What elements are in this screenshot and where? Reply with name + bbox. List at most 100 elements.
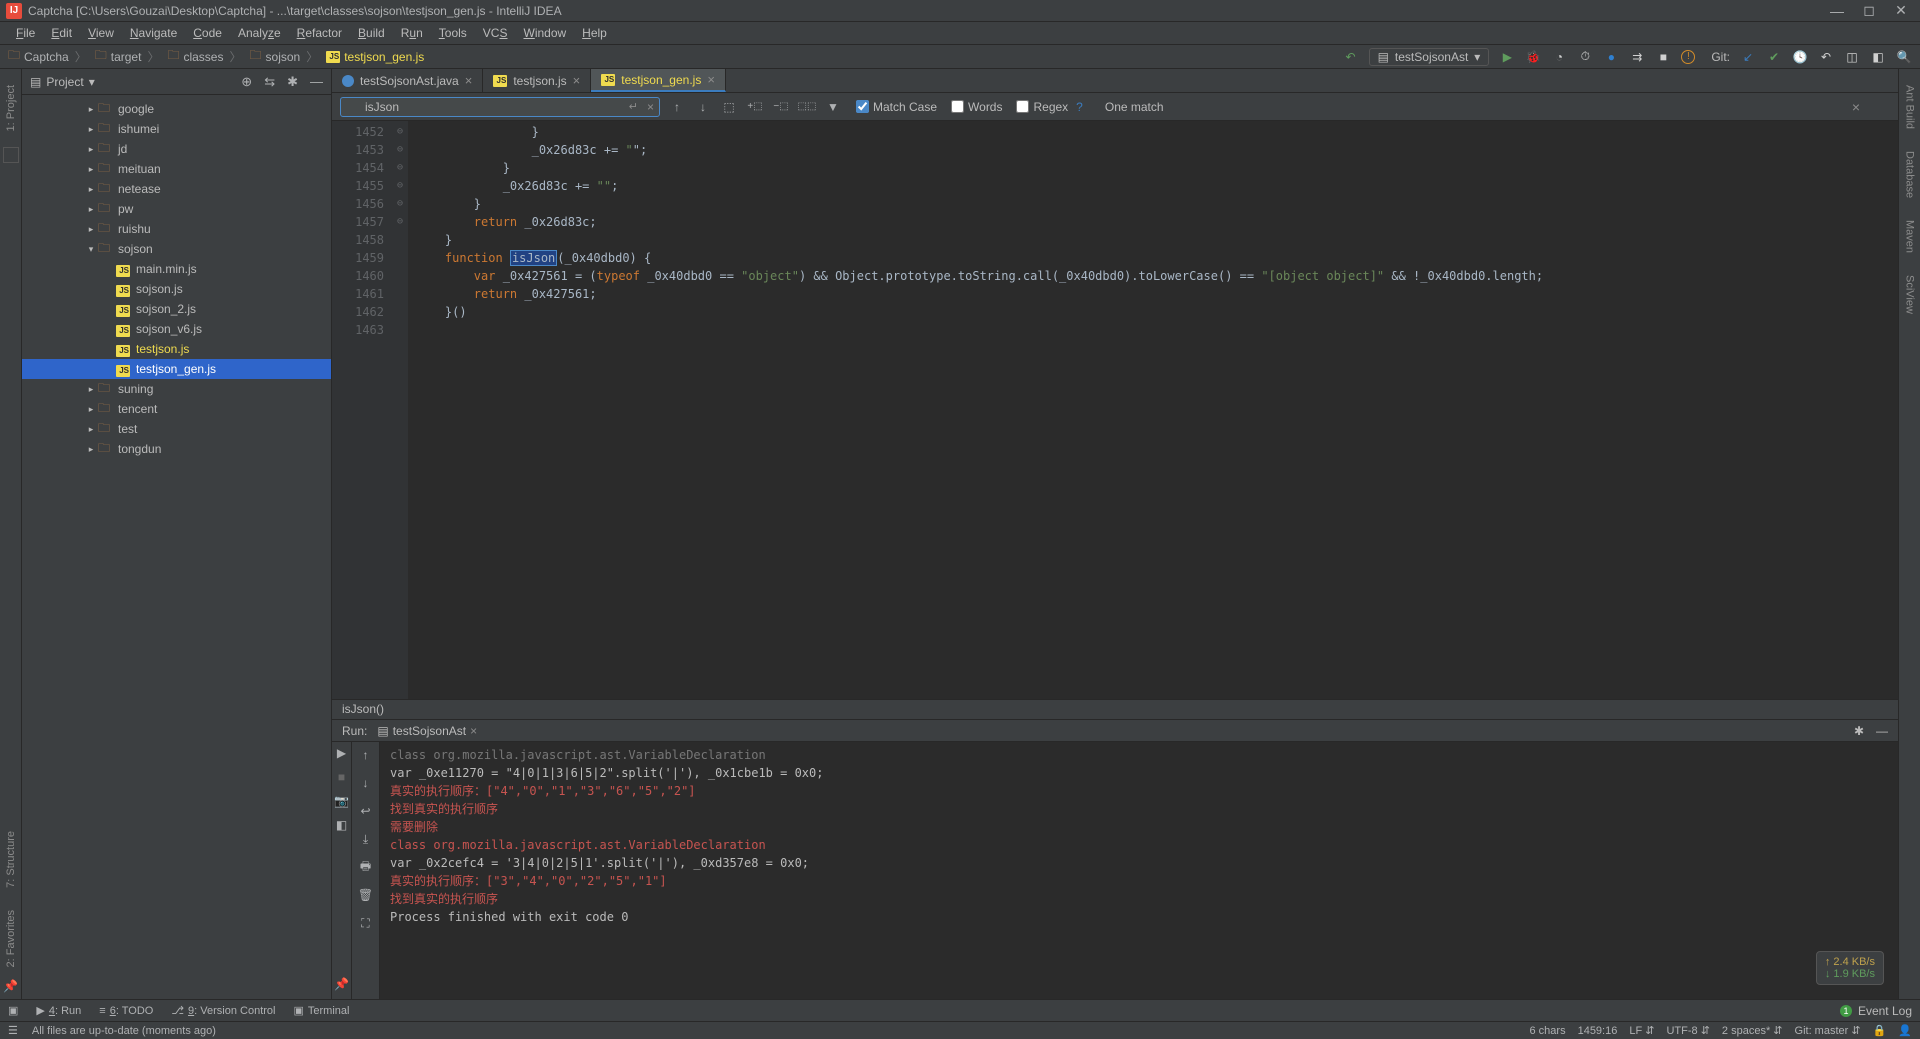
tree-item[interactable]: ▸🗀test	[22, 419, 331, 439]
menu-vcs[interactable]: VCS	[475, 24, 516, 42]
close-icon[interactable]: ×	[573, 73, 581, 88]
chevron-down-icon[interactable]: ▾	[89, 75, 95, 89]
minimize-icon[interactable]: —	[1876, 724, 1888, 738]
collapse-icon[interactable]: ⇆	[264, 74, 275, 90]
menu-window[interactable]: Window	[515, 24, 574, 42]
pin-icon[interactable]: 📌	[3, 979, 18, 993]
ide-error-icon[interactable]: !	[1681, 50, 1695, 64]
lock-icon[interactable]: 🔒	[1873, 1024, 1887, 1037]
close-search-icon[interactable]: ×	[1852, 99, 1860, 115]
database-tool-button[interactable]: Database	[1904, 145, 1916, 204]
menu-code[interactable]: Code	[185, 24, 230, 42]
vcs-tool-button[interactable]: ⎇ 9: Version Control	[171, 1004, 275, 1017]
tree-item[interactable]: ▸🗀google	[22, 99, 331, 119]
breadcrumb[interactable]: 🗀Captcha〉	[8, 46, 89, 67]
filter-icon[interactable]: ▼	[824, 100, 842, 114]
breadcrumb[interactable]: 🗀sojson〉	[250, 46, 321, 67]
down-icon[interactable]: ↓	[357, 774, 375, 792]
menu-navigate[interactable]: Navigate	[122, 24, 185, 42]
words-checkbox[interactable]: Words	[951, 100, 1002, 114]
expand-icon[interactable]: ⛶	[357, 914, 375, 932]
pin-icon[interactable]: 📌	[335, 977, 349, 991]
fold-gutter[interactable]: ⊖ ⊖ ⊖ ⊖ ⊖ ⊖	[392, 121, 408, 699]
search-input[interactable]	[340, 97, 660, 117]
scroll-icon[interactable]: ⤓	[357, 830, 375, 848]
tree-item[interactable]: ▸🗀ruishu	[22, 219, 331, 239]
editor-tab[interactable]: JStestjson.js×	[483, 69, 591, 92]
regex-checkbox[interactable]: Regex ?	[1016, 100, 1082, 114]
run-icon[interactable]: ▶	[1499, 49, 1515, 65]
next-match-icon[interactable]: ↓	[694, 100, 712, 114]
close-icon[interactable]: ×	[470, 724, 477, 738]
sciview-tool-button[interactable]: SciView	[1904, 269, 1916, 320]
tree-item[interactable]: ▸🗀netease	[22, 179, 331, 199]
build-icon[interactable]: ↶	[1343, 49, 1359, 65]
git-diff-icon[interactable]: ◫	[1844, 49, 1860, 65]
trash-icon[interactable]: 🗑	[357, 886, 375, 904]
ant-build-tool-button[interactable]: Ant Build	[1904, 79, 1916, 135]
caret-position[interactable]: 1459:16	[1578, 1025, 1618, 1037]
editor-breadcrumb[interactable]: isJson()	[332, 699, 1898, 719]
todo-tool-button[interactable]: ≡ 6: TODO	[99, 1005, 153, 1017]
tree-item[interactable]: JSsojson_2.js	[22, 299, 331, 319]
tool-placeholder-icon[interactable]	[3, 147, 19, 163]
coverage-icon[interactable]: ◔	[1551, 49, 1567, 65]
menu-edit[interactable]: Edit	[43, 24, 80, 42]
tree-item[interactable]: ▸🗀suning	[22, 379, 331, 399]
wrap-icon[interactable]: ↩	[357, 802, 375, 820]
stop-icon[interactable]: ■	[335, 770, 349, 784]
project-tool-button[interactable]: 1: Project	[5, 79, 17, 137]
menu-run[interactable]: Run	[393, 24, 431, 42]
search-everywhere-icon[interactable]: ●	[1603, 49, 1619, 65]
git-revert-icon[interactable]: ↶	[1818, 49, 1834, 65]
favorites-tool-button[interactable]: 2: Favorites	[5, 904, 17, 973]
run-tool-button[interactable]: ▶ 4: Run	[36, 1004, 81, 1017]
menu-view[interactable]: View	[80, 24, 122, 42]
remove-selection-icon[interactable]: −⬚	[772, 101, 790, 112]
menu-analyze[interactable]: Analyze	[230, 24, 289, 42]
menu-file[interactable]: File	[8, 24, 43, 42]
tree-item[interactable]: ▾🗀sojson	[22, 239, 331, 259]
tree-item[interactable]: JStestjson.js	[22, 339, 331, 359]
git-branch-icon[interactable]: ◧	[1870, 49, 1886, 65]
maven-tool-button[interactable]: Maven	[1904, 214, 1916, 259]
tree-item[interactable]: ▸🗀jd	[22, 139, 331, 159]
attach-icon[interactable]: ⇉	[1629, 49, 1645, 65]
code-content[interactable]: } _0x26d83c += ""; } _0x26d83c += ""; } …	[408, 121, 1898, 699]
select-all-icon[interactable]: ⬚	[720, 100, 738, 114]
breadcrumb[interactable]: 🗀classes〉	[167, 46, 243, 67]
git-history-icon[interactable]: 🕓	[1792, 49, 1808, 65]
editor-tab[interactable]: testSojsonAst.java×	[332, 69, 483, 92]
menu-build[interactable]: Build	[350, 24, 393, 42]
gear-icon[interactable]: ✱	[1854, 724, 1864, 738]
menu-tools[interactable]: Tools	[431, 24, 475, 42]
run-tab[interactable]: ▤ testSojsonAst ×	[377, 724, 477, 738]
git-commit-icon[interactable]: ✔	[1766, 49, 1782, 65]
memory-icon[interactable]: 👤	[1898, 1024, 1912, 1037]
event-log-button[interactable]: Event Log	[1858, 1004, 1912, 1018]
layout-icon[interactable]: ◧	[335, 818, 349, 832]
close-icon[interactable]: ×	[707, 72, 715, 87]
tool-windows-icon[interactable]: ▣	[8, 1004, 18, 1017]
tree-item[interactable]: JSmain.min.js	[22, 259, 331, 279]
add-selection-icon[interactable]: +⬚	[746, 101, 764, 112]
clear-icon[interactable]: ×	[647, 100, 654, 114]
terminal-tool-button[interactable]: ▣ Terminal	[293, 1004, 349, 1017]
camera-icon[interactable]: 📷	[335, 794, 349, 808]
menu-help[interactable]: Help	[574, 24, 615, 42]
git-branch[interactable]: Git: master ⇵	[1795, 1024, 1861, 1037]
search-icon[interactable]: 🔍	[1896, 49, 1912, 65]
encoding[interactable]: UTF-8 ⇵	[1666, 1024, 1709, 1037]
line-ending[interactable]: LF ⇵	[1629, 1024, 1654, 1037]
settings-icon[interactable]: ✱	[287, 74, 298, 90]
run-config-selector[interactable]: ▤ testSojsonAst ▾	[1369, 48, 1490, 66]
print-icon[interactable]: 🖶	[357, 858, 375, 876]
tree-item[interactable]: ▸🗀pw	[22, 199, 331, 219]
indent[interactable]: 2 spaces* ⇵	[1722, 1024, 1783, 1037]
stop-icon[interactable]: ■	[1655, 49, 1671, 65]
structure-tool-button[interactable]: 7: Structure	[5, 825, 17, 894]
code-editor[interactable]: 1452 1453 1454 1455 1456 1457 1458 1459 …	[332, 121, 1898, 699]
editor-tab[interactable]: JStestjson_gen.js×	[591, 69, 726, 92]
locate-icon[interactable]: ⊕	[241, 74, 252, 90]
close-icon[interactable]: ✕	[1894, 4, 1908, 18]
